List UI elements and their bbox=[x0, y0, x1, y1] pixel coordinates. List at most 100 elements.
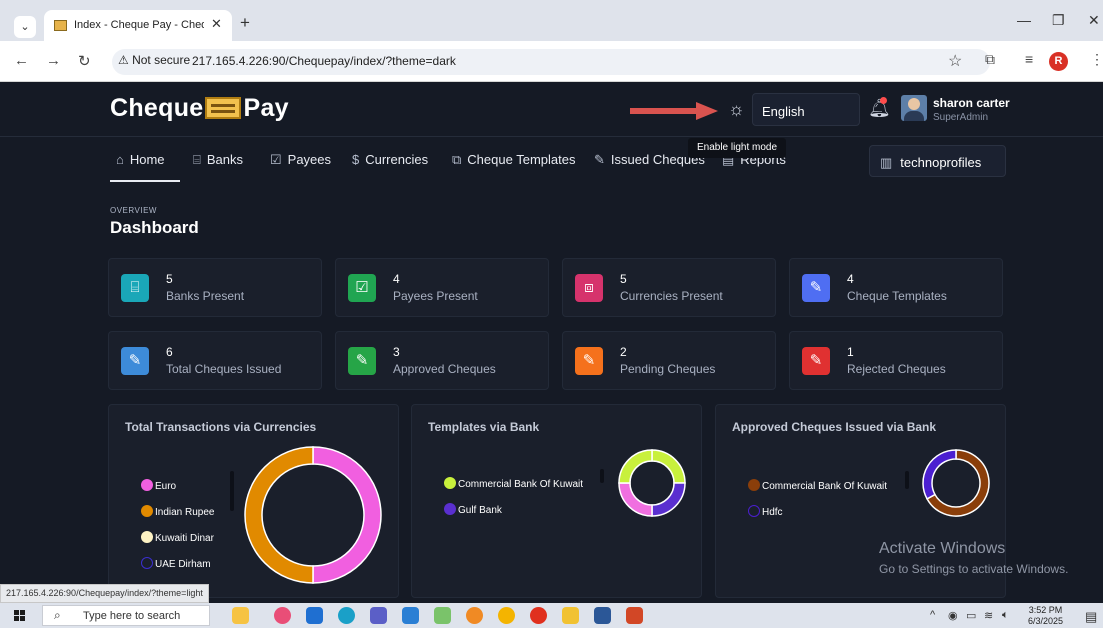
security-indicator[interactable]: ⚠ Not secure bbox=[118, 53, 190, 67]
approved-donut-chart bbox=[922, 449, 990, 517]
user-avatar[interactable] bbox=[901, 95, 927, 121]
pen-icon: ✎ bbox=[802, 274, 830, 302]
language-select[interactable]: English bbox=[752, 93, 860, 126]
tab-close-icon[interactable]: ✕ bbox=[211, 16, 222, 32]
legend-scrollbar[interactable] bbox=[230, 471, 234, 511]
nav-active-indicator bbox=[110, 180, 180, 182]
notification-dot bbox=[880, 97, 887, 104]
chrome-icon[interactable] bbox=[498, 607, 515, 624]
user-name[interactable]: sharon carter bbox=[933, 96, 1010, 110]
volume-icon[interactable]: 🔈︎ bbox=[1002, 609, 1009, 622]
legend-item[interactable]: Commercial Bank Of Kuwait bbox=[444, 477, 583, 490]
chart-title: Templates via Bank bbox=[428, 420, 540, 434]
legend-scrollbar[interactable] bbox=[905, 471, 909, 489]
pen-icon: ✎ bbox=[575, 347, 603, 375]
stat-value: 5 bbox=[166, 272, 173, 286]
extensions-icon[interactable]: ⧉ bbox=[985, 51, 995, 68]
nav-currencies[interactable]: $ Currencies bbox=[352, 152, 428, 167]
forward-icon[interactable]: → bbox=[46, 52, 61, 69]
notification-center-icon[interactable]: ▤ bbox=[1085, 609, 1097, 625]
legend-item[interactable]: Kuwaiti Dinar bbox=[141, 531, 214, 544]
legend-swatch bbox=[141, 479, 153, 491]
firefox-icon[interactable] bbox=[466, 607, 483, 624]
nav-banks[interactable]: ⌸ Banks bbox=[193, 152, 243, 168]
stat-card[interactable]: ✎ 1 Rejected Cheques bbox=[789, 331, 1003, 390]
theme-toggle-sun-icon[interactable]: ☼ bbox=[728, 99, 745, 120]
address-toolbar: ← → ↻ ⚠ Not secure 217.165.4.226:90/Cheq… bbox=[0, 41, 1103, 82]
powerpoint-icon[interactable] bbox=[626, 607, 643, 624]
window-close-icon[interactable]: ✕ bbox=[1088, 12, 1100, 29]
stat-card[interactable]: ✎ 4 Cheque Templates bbox=[789, 258, 1003, 317]
browser-tab-bar: ⌄ Index - Cheque Pay - Cheque P ✕ + — ❐ … bbox=[0, 0, 1103, 41]
watermark-title: Activate Windows bbox=[879, 540, 1006, 557]
stat-card[interactable]: ☑ 4 Payees Present bbox=[335, 258, 549, 317]
copilot-icon[interactable] bbox=[232, 607, 249, 624]
donut-slice[interactable] bbox=[618, 482, 653, 517]
bank-icon: ⌸ bbox=[193, 152, 201, 167]
tab-list-chevron-icon[interactable]: ⌄ bbox=[14, 16, 36, 38]
back-icon[interactable]: ← bbox=[14, 52, 29, 69]
tray-chevron-icon[interactable]: ^ bbox=[930, 609, 935, 621]
chart-panel-currencies: Total Transactions via Currencies Euro In… bbox=[108, 404, 399, 598]
opera-icon[interactable] bbox=[530, 607, 547, 624]
legend-swatch bbox=[141, 505, 153, 517]
profile-avatar[interactable]: R bbox=[1049, 52, 1068, 71]
donut-slice[interactable] bbox=[618, 449, 653, 484]
windows-start-icon[interactable] bbox=[14, 610, 26, 622]
donut-slice[interactable] bbox=[312, 446, 382, 584]
workspace-selector[interactable]: ▥ technoprofiles bbox=[869, 145, 1006, 177]
vscode-icon[interactable] bbox=[402, 607, 419, 624]
check-square-icon: ☑ bbox=[348, 274, 376, 302]
cheque-logo-icon bbox=[205, 97, 242, 119]
bank-icon: ⌸ bbox=[121, 274, 149, 302]
building-icon: ▥ bbox=[880, 155, 893, 170]
legend-scrollbar[interactable] bbox=[600, 469, 604, 483]
browser-menu-icon[interactable]: ⋮ bbox=[1090, 51, 1103, 68]
stat-label: Payees Present bbox=[393, 289, 478, 303]
nav-payees[interactable]: ☑ Payees bbox=[270, 152, 331, 168]
stat-card[interactable]: ✎ 6 Total Cheques Issued bbox=[108, 331, 322, 390]
url-text[interactable]: 217.165.4.226:90/Chequepay/index/?theme=… bbox=[192, 54, 456, 68]
taskbar: Type here to search ⌕ ^ ◉ ▭ ≋ 🔈︎ 3:52 PM… bbox=[0, 603, 1103, 628]
legend-item[interactable]: UAE Dirham bbox=[141, 557, 211, 570]
restore-icon[interactable]: ❐ bbox=[1052, 12, 1065, 29]
reading-list-icon[interactable]: ≡ bbox=[1025, 51, 1033, 67]
legend-item[interactable]: Hdfc bbox=[748, 505, 783, 518]
legend-label: Commercial Bank Of Kuwait bbox=[762, 481, 888, 492]
legend-item[interactable]: Gulf Bank bbox=[444, 503, 502, 516]
word-icon[interactable] bbox=[594, 607, 611, 624]
donut-slice[interactable] bbox=[922, 449, 957, 500]
nav-home[interactable]: ⌂ Home bbox=[116, 152, 165, 167]
legend-item[interactable]: Euro bbox=[141, 479, 176, 492]
reload-icon[interactable]: ↻ bbox=[78, 52, 91, 70]
legend-swatch bbox=[748, 505, 760, 517]
legend-item[interactable]: Indian Rupee bbox=[141, 505, 215, 518]
new-tab-icon[interactable]: + bbox=[240, 13, 250, 33]
templates-donut-chart bbox=[618, 449, 686, 517]
outlook-icon[interactable] bbox=[306, 607, 323, 624]
browser-tab[interactable]: Index - Cheque Pay - Cheque P ✕ bbox=[44, 10, 232, 41]
app-icon[interactable] bbox=[274, 607, 291, 624]
minimize-icon[interactable]: — bbox=[1017, 12, 1031, 28]
stat-card[interactable]: ✎ 2 Pending Cheques bbox=[562, 331, 776, 390]
logo[interactable]: Cheque Pay bbox=[110, 94, 289, 123]
bookmark-star-icon[interactable]: ☆ bbox=[948, 51, 962, 71]
battery-icon[interactable]: ▭ bbox=[966, 609, 976, 622]
taskbar-search-input[interactable]: Type here to search bbox=[42, 605, 210, 626]
clock[interactable]: 3:52 PM 6/3/2025 bbox=[1028, 605, 1063, 627]
file-explorer-icon[interactable] bbox=[562, 607, 579, 624]
donut-slice[interactable] bbox=[651, 449, 686, 484]
legend-item[interactable]: Commercial Bank Of Kuwait bbox=[748, 479, 887, 492]
edge-icon[interactable] bbox=[338, 607, 355, 624]
stat-card[interactable]: ⧈ 5 Currencies Present bbox=[562, 258, 776, 317]
annotation-arrow-icon bbox=[630, 102, 718, 120]
wifi-icon[interactable]: ≋ bbox=[984, 609, 993, 622]
donut-slice[interactable] bbox=[651, 482, 686, 517]
teams-icon[interactable] bbox=[370, 607, 387, 624]
donut-slice[interactable] bbox=[244, 446, 314, 584]
stat-card[interactable]: ✎ 3 Approved Cheques bbox=[335, 331, 549, 390]
stat-card[interactable]: ⌸ 5 Banks Present bbox=[108, 258, 322, 317]
nav-cheque-templates[interactable]: ⧉ Cheque Templates bbox=[452, 152, 575, 168]
app-icon[interactable] bbox=[434, 607, 451, 624]
tray-app-icon[interactable]: ◉ bbox=[948, 609, 958, 622]
